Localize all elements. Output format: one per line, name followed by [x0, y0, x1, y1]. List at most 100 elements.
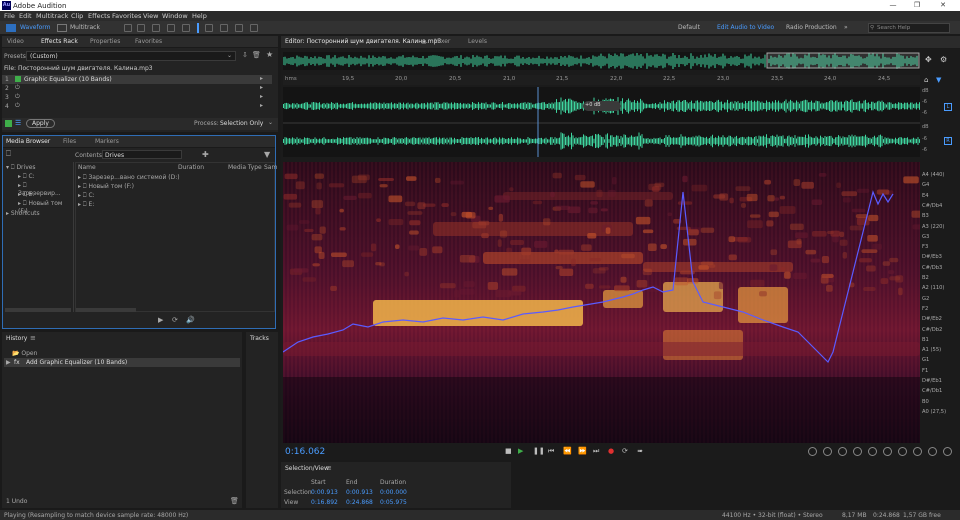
list-icon[interactable]: ☰	[15, 119, 21, 127]
spectral-pitch-display[interactable]	[282, 162, 926, 443]
pitch-display-icon[interactable]	[137, 24, 145, 32]
workspace-edit-audio-to-video[interactable]: Edit Audio to Video	[717, 23, 774, 33]
spot-healing-tool-icon[interactable]	[250, 24, 258, 32]
power-icon[interactable]: ⏻	[15, 84, 20, 92]
save-preset-icon[interactable]: ⇩	[242, 51, 248, 59]
zoom-left-icon[interactable]	[928, 447, 937, 456]
record-icon[interactable]: ●	[608, 447, 614, 455]
menu-edit[interactable]: Edit	[19, 12, 32, 20]
tab-video[interactable]: Video	[7, 38, 24, 45]
tab-favorites[interactable]: Favorites	[135, 38, 162, 45]
selection-duration[interactable]: 0:00.000	[380, 489, 407, 496]
zoom-in-time-icon[interactable]	[838, 447, 847, 456]
zoom-out-amplitude-icon[interactable]	[823, 447, 832, 456]
zoom-to-fit-icon[interactable]: ✥	[925, 55, 932, 64]
list-item[interactable]: ▸ ⎕ E:	[78, 201, 94, 209]
overview-bar[interactable]	[282, 52, 920, 70]
search-help-input[interactable]: ⚲ Search Help	[868, 23, 950, 33]
pause-icon[interactable]: ❚❚	[533, 447, 545, 455]
history-item-selected[interactable]: ▶ fx Add Graphic Equalizer (10 Bands)	[4, 358, 240, 367]
tab-files[interactable]: Files	[63, 138, 76, 145]
tree-scrollbar[interactable]	[5, 308, 71, 312]
contents-dropdown[interactable]: Drives	[102, 150, 182, 159]
power-icon[interactable]: ⏻	[15, 93, 20, 101]
selection-end[interactable]: 0:00.913	[346, 489, 373, 496]
view-start[interactable]: 0:16.892	[311, 499, 338, 506]
tab-properties[interactable]: Properties	[90, 38, 120, 45]
home-icon[interactable]: ⌂	[924, 76, 928, 84]
panel-menu-icon[interactable]: ≡	[326, 464, 332, 472]
channel-l-toggle[interactable]: L	[944, 103, 952, 111]
marquee-tool-icon[interactable]	[205, 24, 213, 32]
time-ruler[interactable]: hms 19,5 20,0 20,5 21,0 21,5 22,0 22,5 2…	[283, 75, 920, 85]
tab-markers[interactable]: Markers	[95, 138, 119, 145]
col-media-type[interactable]: Media Type	[228, 164, 262, 171]
razor-tool-icon[interactable]	[167, 24, 175, 32]
delete-preset-icon[interactable]: 🗑	[252, 51, 261, 59]
presets-dropdown[interactable]: (Custom) ⌄	[26, 51, 236, 61]
close-icon[interactable]: ✕	[933, 1, 953, 9]
brush-tool-icon[interactable]	[235, 24, 243, 32]
effect-slot-2[interactable]: 2 ⏻ ▸	[2, 84, 272, 93]
effect-slot-1[interactable]: 1 Graphic Equalizer (10 Bands) ▸	[2, 75, 272, 84]
workspace-overflow-icon[interactable]: »	[844, 23, 848, 33]
menu-file[interactable]: File	[4, 12, 15, 20]
panel-menu-icon[interactable]: ≡	[421, 38, 427, 46]
lasso-tool-icon[interactable]	[220, 24, 228, 32]
zoom-out-full-icon[interactable]	[868, 447, 877, 456]
play-preview-icon[interactable]: ▶	[158, 316, 163, 324]
slip-tool-icon[interactable]	[182, 24, 190, 32]
tab-effects-rack[interactable]: Effects Rack	[41, 38, 78, 45]
power-on-icon[interactable]	[15, 76, 21, 82]
fast-forward-icon[interactable]: ⏩	[578, 447, 587, 455]
tab-levels[interactable]: Levels	[468, 38, 487, 45]
autoplay-icon[interactable]: 🔊	[186, 316, 195, 324]
restore-icon[interactable]: ❐	[907, 1, 927, 9]
multitrack-button[interactable]: Multitrack	[70, 23, 100, 33]
selection-start[interactable]: 0:00.913	[311, 489, 338, 496]
skip-selection-icon[interactable]: ➠	[637, 447, 643, 455]
add-shortcut-icon[interactable]: ✚	[202, 150, 209, 159]
tab-media-browser[interactable]: Media Browser	[6, 138, 50, 145]
col-duration[interactable]: Duration	[178, 164, 204, 171]
zoom-selection-icon[interactable]	[913, 447, 922, 456]
play-icon[interactable]: ▶	[518, 447, 523, 455]
zoom-right-icon[interactable]	[943, 447, 952, 456]
settings-icon[interactable]: ⚙	[940, 55, 947, 64]
panel-menu-icon[interactable]: ≡	[30, 334, 36, 342]
col-sample-rate[interactable]: Sam	[264, 164, 277, 171]
list-item[interactable]: ▸ ⎕ Зарезер...вано системой (D:)	[78, 174, 180, 182]
workspace-default[interactable]: Default	[678, 23, 700, 33]
col-name[interactable]: Name	[78, 164, 96, 171]
history-item-open[interactable]: 📂 Open	[12, 350, 37, 357]
menu-view[interactable]: View	[143, 12, 158, 20]
zoom-in-point-icon[interactable]	[883, 447, 892, 456]
list-item[interactable]: ▸ ⎕ Новый том (F:)	[78, 183, 134, 191]
view-end[interactable]: 0:24.868	[346, 499, 373, 506]
tab-mixer[interactable]: Mixer	[434, 38, 450, 45]
stop-icon[interactable]: ■	[505, 447, 512, 455]
rewind-icon[interactable]: ⏪	[563, 447, 572, 455]
clip-gain-hud[interactable]: +0 dB	[585, 102, 601, 108]
go-to-start-icon[interactable]: ⏮	[548, 447, 554, 456]
slot-arrow-icon[interactable]: ▸	[260, 84, 263, 91]
slot-arrow-icon[interactable]: ▸	[260, 75, 263, 82]
process-dropdown[interactable]: Selection Only	[220, 120, 263, 127]
menu-favorites[interactable]: Favorites	[112, 12, 141, 20]
list-item[interactable]: ▸ ⎕ C:	[78, 192, 95, 200]
time-selection-tool-icon[interactable]	[197, 23, 199, 33]
tree-c[interactable]: ▸ ⎕ C:	[18, 173, 35, 181]
power-icon[interactable]: ⏻	[15, 102, 20, 110]
zoom-out-point-icon[interactable]	[898, 447, 907, 456]
menu-help[interactable]: Help	[192, 12, 207, 20]
drive-icon[interactable]: ⎕	[6, 149, 11, 159]
apply-button[interactable]: Apply	[26, 119, 55, 128]
tree-e[interactable]: ▸ ⎕ E:	[18, 191, 34, 199]
channel-r-toggle[interactable]: R	[944, 137, 952, 145]
slot-arrow-icon[interactable]: ▸	[260, 93, 263, 100]
waveform-display[interactable]: +0 dB	[283, 87, 920, 157]
favorite-star-icon[interactable]: ★	[266, 50, 273, 59]
move-tool-icon[interactable]	[152, 24, 160, 32]
menu-window[interactable]: Window	[162, 12, 188, 20]
master-power-icon[interactable]	[5, 120, 12, 127]
